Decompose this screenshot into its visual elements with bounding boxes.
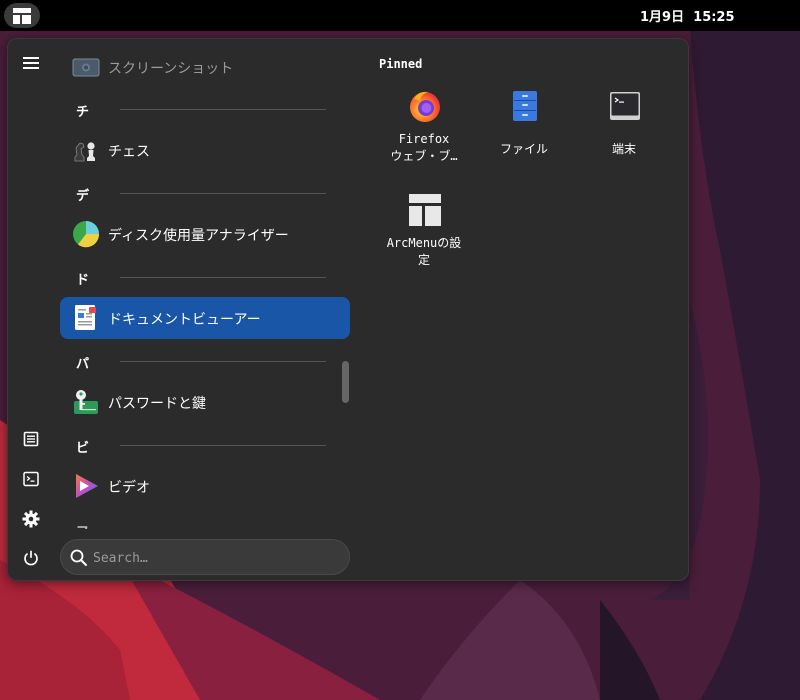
document-icon [23, 431, 39, 447]
clock[interactable]: 1月9日 15:25 [640, 6, 735, 26]
section-header: デ [76, 183, 326, 204]
pinned-arcmenu-settings[interactable]: ArcMenuの設 定 [376, 193, 472, 283]
pinned-terminal[interactable]: 端末 [576, 89, 672, 179]
section-header: フ [76, 519, 316, 529]
pinned-label: ArcMenuの設 定 [386, 236, 462, 267]
arcmenu-icon [13, 7, 31, 24]
app-label: スクリーンショット [108, 61, 234, 77]
pinned-label: Firefox ウェブ・ブ… [390, 132, 458, 163]
hamburger-menu-button[interactable] [18, 50, 44, 76]
app-label: ディスク使用量アナライザー [108, 228, 289, 244]
list-item[interactable]: ディスク使用量アナライザー [60, 213, 350, 255]
pinned-label: ファイル [499, 142, 548, 156]
list-item[interactable]: ビデオ [60, 465, 350, 507]
list-item[interactable]: スクリーンショット [60, 49, 350, 88]
section-header: ビ [76, 435, 326, 456]
terminal-icon [608, 89, 642, 123]
screenshot-icon [72, 53, 100, 81]
terminal-icon [23, 471, 39, 487]
section-header: パ [76, 351, 326, 372]
search-box[interactable] [60, 539, 350, 575]
hamburger-menu-icon [23, 57, 39, 69]
pinned-label: 端末 [611, 142, 636, 156]
arcmenu-settings-icon [408, 193, 442, 227]
app-menu: スクリーンショット チ チェス デ ディスク使用量アナライザー ド ドキュメント… [7, 38, 689, 581]
search-input[interactable] [93, 547, 333, 569]
passwords-keys-icon [72, 388, 100, 416]
app-list[interactable]: スクリーンショット チ チェス デ ディスク使用量アナライザー ド ドキュメント… [60, 49, 358, 529]
list-item[interactable]: ドキュメントビューアー [60, 297, 350, 339]
pinned-firefox[interactable]: Firefox ウェブ・ブ… [376, 89, 472, 179]
disk-usage-icon [72, 220, 100, 248]
settings-button[interactable] [18, 506, 44, 532]
section-header: チ [76, 99, 326, 120]
arcmenu-button[interactable] [4, 3, 40, 28]
top-bar: 1月9日 15:25 [0, 0, 800, 31]
gear-icon [22, 510, 40, 528]
pinned-title: Pinned [379, 57, 423, 71]
list-item[interactable]: パスワードと鍵 [60, 381, 350, 423]
app-label: ドキュメントビューアー [108, 312, 261, 328]
files-icon [508, 89, 542, 123]
app-list-scrollbar[interactable] [342, 361, 349, 403]
power-icon [24, 550, 38, 566]
documents-button[interactable] [18, 426, 44, 452]
pinned-files[interactable]: ファイル [476, 89, 572, 179]
terminal-button[interactable] [18, 466, 44, 492]
app-label: パスワードと鍵 [108, 396, 206, 412]
chess-icon [72, 136, 100, 164]
document-viewer-icon [72, 304, 100, 332]
app-label: ビデオ [108, 480, 150, 496]
section-header: ド [76, 267, 326, 288]
firefox-icon [408, 89, 442, 123]
video-icon [72, 472, 100, 500]
search-icon [70, 549, 87, 566]
app-label: チェス [108, 144, 150, 160]
list-item[interactable]: チェス [60, 129, 350, 171]
power-button[interactable] [18, 545, 44, 571]
